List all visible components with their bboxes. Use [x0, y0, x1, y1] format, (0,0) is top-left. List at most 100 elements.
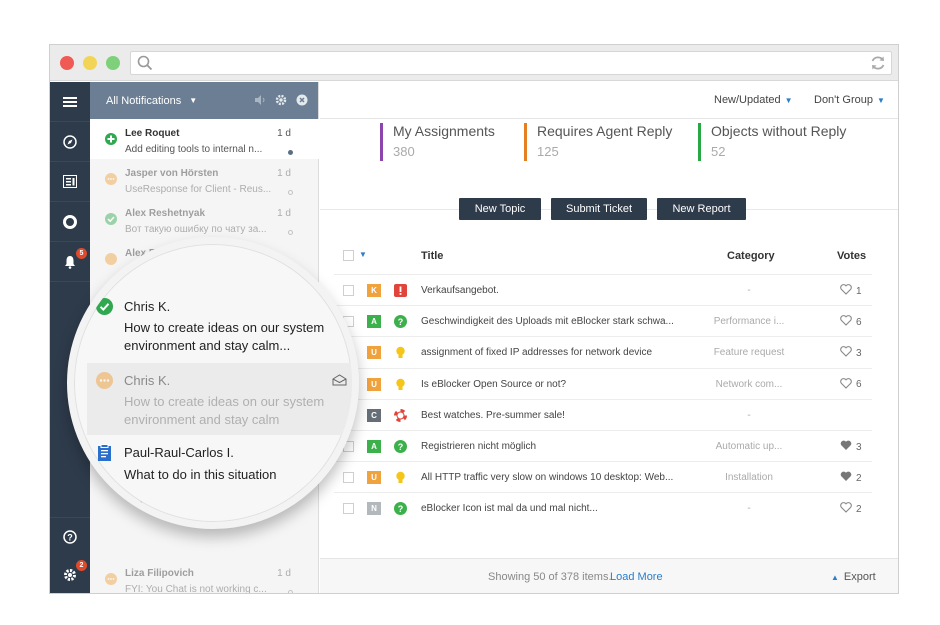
maximize-window-button[interactable]	[106, 56, 120, 70]
status-badge: N	[367, 502, 381, 516]
row-title[interactable]: Geschwindigkeit des Uploads mit eBlocker…	[421, 316, 693, 327]
table-row[interactable]: U All HTTP traffic very slow on windows 1…	[334, 461, 872, 492]
heart-icon	[840, 377, 852, 392]
row-title[interactable]: eBlocker Icon ist mal da und mal nicht..…	[421, 503, 693, 514]
new-report-button[interactable]: New Report	[657, 198, 746, 220]
table-row[interactable]: A? Geschwindigkeit des Uploads mit eBlock…	[334, 305, 872, 336]
address-bar[interactable]	[130, 51, 892, 75]
read-dot[interactable]	[288, 590, 293, 593]
chat-icon	[105, 172, 117, 185]
plus-circle-icon	[105, 132, 117, 145]
chevron-down-icon: ▼	[189, 96, 198, 105]
status-badge: U	[367, 471, 381, 485]
notification-text: Вот такую ошибку по чату за...	[125, 224, 267, 235]
svg-text:?: ?	[398, 317, 404, 327]
svg-text:?: ?	[67, 533, 73, 543]
lifebuoy-icon[interactable]	[50, 202, 90, 242]
compass-icon[interactable]	[50, 122, 90, 162]
new-topic-button[interactable]: New Topic	[459, 198, 541, 220]
notification-item[interactable]: Lee Roquet 1 d Add editing tools to inte…	[90, 119, 319, 159]
status-badge: K	[367, 284, 381, 297]
unread-dot[interactable]	[289, 505, 294, 510]
stat-objects-without-reply[interactable]: Objects without Reply 52	[698, 123, 846, 161]
notifications-filter[interactable]: All Notifications	[106, 95, 181, 107]
mute-icon[interactable]	[254, 94, 266, 109]
row-category: Performance i...	[713, 316, 785, 328]
question-icon: ?	[394, 315, 407, 329]
row-category: Feature request	[713, 347, 785, 359]
row-title[interactable]: All HTTP traffic very slow on windows 10…	[421, 472, 693, 483]
notification-item[interactable]: Jasper von Hörsten 1 d UseResponse for C…	[90, 159, 319, 199]
row-title[interactable]: Verkaufsangebot.	[421, 285, 693, 296]
minimize-window-button[interactable]	[83, 56, 97, 70]
unread-dot[interactable]	[288, 150, 293, 155]
lens-text: How to create ideas on our system enviro…	[124, 320, 325, 353]
table-row[interactable]: U Is eBlocker Open Source or not? Network …	[334, 367, 872, 399]
stat-value: 380	[393, 144, 415, 159]
menu-icon[interactable]	[50, 82, 90, 122]
table-row[interactable]: C Best watches. Pre-summer sale! -	[334, 398, 872, 430]
document-icon[interactable]	[50, 162, 90, 202]
row-votes[interactable]: 3	[840, 346, 872, 360]
row-votes[interactable]: 1	[840, 284, 872, 298]
sort-label: New/Updated	[714, 94, 781, 106]
settings-icon[interactable]: 2	[50, 555, 90, 593]
heart-icon	[840, 284, 852, 298]
lens-notification-item[interactable]: Paul-Raul-Carlos I. What to do in this s…	[87, 443, 352, 493]
notification-text: UseResponse for Client - Reus...	[125, 184, 272, 195]
lens-notification-item[interactable]: Chris K. How to create ideas on our syst…	[87, 363, 352, 435]
row-votes[interactable]: 3	[840, 440, 872, 454]
close-icon[interactable]	[296, 94, 308, 109]
gear-icon[interactable]	[275, 94, 287, 109]
row-title[interactable]: Best watches. Pre-summer sale!	[421, 410, 693, 421]
refresh-icon[interactable]	[869, 54, 887, 77]
read-dot[interactable]	[288, 190, 293, 195]
vote-count: 2	[856, 503, 862, 515]
table-row[interactable]: K Verkaufsangebot. - 1	[334, 274, 872, 305]
row-category: Automatic up...	[715, 441, 783, 452]
notification-author: Lee Roquet	[125, 128, 180, 139]
row-title[interactable]: Registrieren nicht möglich	[421, 441, 693, 452]
table-row[interactable]: Uassignment of fixed IP addresses for ne…	[334, 336, 872, 367]
row-category: -	[747, 503, 751, 515]
notifications-header[interactable]: All Notifications ▼	[90, 82, 318, 119]
row-votes[interactable]: 6	[840, 377, 872, 392]
read-dot[interactable]	[288, 230, 293, 235]
submit-ticket-button[interactable]: Submit Ticket	[551, 198, 647, 220]
notification-time: 1 d	[277, 128, 291, 139]
row-title[interactable]: assignment of fixed IP addresses for net…	[421, 347, 693, 358]
heart-icon	[840, 315, 852, 329]
chevron-down-icon[interactable]: ▼	[359, 250, 367, 259]
group-dropdown[interactable]: Don't Group ▼	[814, 94, 885, 106]
column-category[interactable]: Category	[727, 250, 775, 262]
magnifier-lens: Chris K. How to create ideas on our syst…	[67, 237, 359, 529]
column-title[interactable]: Title	[421, 250, 443, 262]
close-window-button[interactable]	[60, 56, 74, 70]
notification-time: 1 d	[277, 208, 291, 219]
row-votes[interactable]: 2	[840, 502, 872, 516]
notification-item[interactable]: Liza Filipovich 1 d FYI: You Chat is not…	[90, 559, 319, 593]
export-button[interactable]: ▲ Export	[831, 571, 876, 583]
envelope-icon[interactable]	[332, 373, 347, 391]
main-content: New/Updated ▼ Don't Group ▼ My Assignments…	[320, 82, 898, 593]
help-icon[interactable]: ?	[50, 517, 90, 557]
status-badge: U	[367, 377, 381, 391]
notification-item[interactable]: Alex Reshetnyak 1 d Вот такую ошибку по …	[90, 199, 319, 239]
lens-notification-item[interactable]: Chris K. How to create ideas on our syst…	[87, 297, 352, 367]
lifebuoy-icon	[394, 408, 407, 422]
stat-requires-agent-reply[interactable]: Requires Agent Reply 125	[524, 123, 672, 161]
table-row[interactable]: A? Registrieren nicht möglich Automatic up…	[334, 430, 872, 461]
stat-my-assignments[interactable]: My Assignments 380	[380, 123, 495, 161]
notification-time: 1 d	[277, 168, 291, 179]
lens-author: Paul-Raul-Carlos I.	[124, 445, 234, 460]
caret-up-icon: ▲	[831, 573, 839, 582]
heart-icon	[840, 502, 852, 516]
row-votes[interactable]: 6	[840, 315, 872, 329]
table-row[interactable]: N? eBlocker Icon ist mal da und mal nicht…	[334, 492, 872, 523]
load-more-link[interactable]: Load More	[610, 571, 663, 583]
vote-count: 3	[856, 347, 862, 359]
row-title[interactable]: Is eBlocker Open Source or not?	[421, 379, 693, 390]
row-votes[interactable]: 2	[840, 471, 872, 485]
column-votes[interactable]: Votes	[837, 250, 866, 262]
sort-dropdown[interactable]: New/Updated ▼	[714, 94, 793, 106]
